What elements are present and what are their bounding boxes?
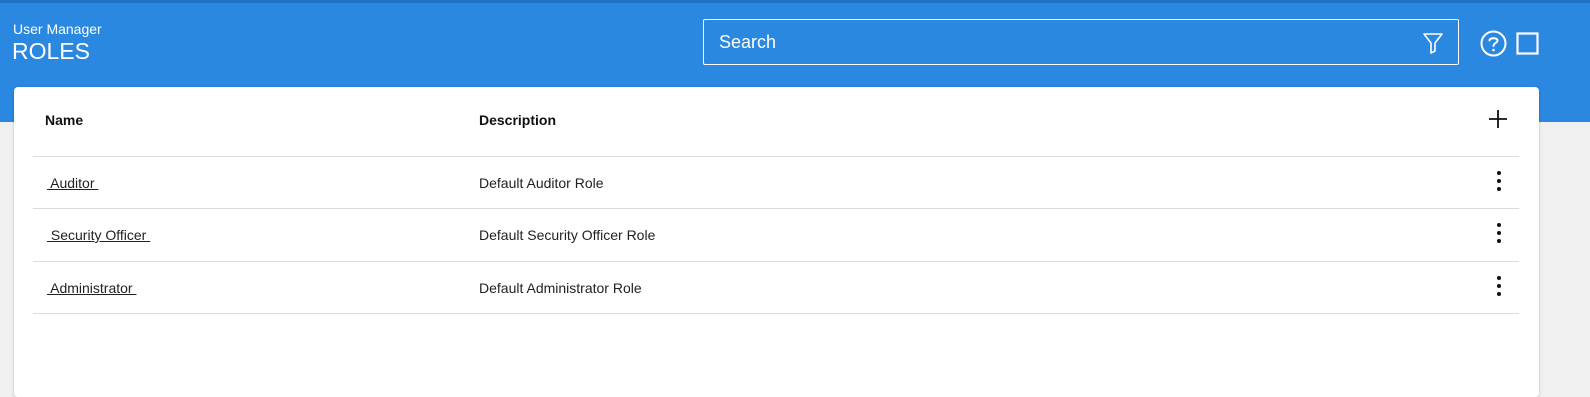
role-description: Default Security Officer Role xyxy=(479,227,656,243)
table-row: Auditor Default Auditor Role xyxy=(33,157,1519,209)
row-divider xyxy=(33,313,1519,314)
search-input[interactable]: Search xyxy=(703,19,1459,65)
role-description: Default Administrator Role xyxy=(479,280,642,296)
role-name-link[interactable]: Administrator xyxy=(47,280,136,296)
role-name-link[interactable]: Auditor xyxy=(47,175,98,191)
more-vertical-icon[interactable] xyxy=(1493,170,1505,192)
column-header-description[interactable]: Description xyxy=(479,112,556,128)
add-icon[interactable] xyxy=(1488,109,1508,129)
page-title: ROLES xyxy=(12,38,90,64)
table-row: Administrator Default Administrator Role xyxy=(33,262,1519,314)
role-description: Default Auditor Role xyxy=(479,175,604,191)
header-top-shade xyxy=(0,0,1590,3)
more-vertical-icon[interactable] xyxy=(1493,275,1505,297)
more-vertical-icon[interactable] xyxy=(1493,222,1505,244)
help-icon[interactable] xyxy=(1480,30,1507,57)
table-row: Security Officer Default Security Office… xyxy=(33,209,1519,261)
role-name-link[interactable]: Security Officer xyxy=(47,227,150,243)
app-name: User Manager xyxy=(13,21,102,37)
search-placeholder: Search xyxy=(719,32,777,52)
roles-table-card: Name Description Auditor Default Auditor… xyxy=(14,87,1539,397)
window-icon[interactable] xyxy=(1516,32,1539,55)
column-header-name[interactable]: Name xyxy=(45,112,83,128)
filter-icon[interactable] xyxy=(1422,31,1444,55)
